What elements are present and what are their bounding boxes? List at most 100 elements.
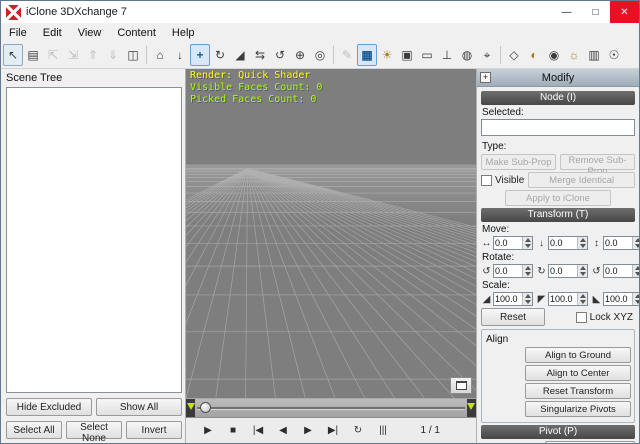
pivot-section-header[interactable]: Pivot (P) [481, 425, 635, 439]
transform-section-header[interactable]: Transform (T) [481, 208, 635, 222]
playback-speed-button[interactable]: ||| [373, 426, 393, 436]
rotate-x-down-button[interactable] [523, 271, 532, 277]
rotate-y-down-button[interactable] [578, 271, 587, 277]
move-y-spinner[interactable]: ↓ 0.0 [536, 236, 588, 250]
focus-selected[interactable]: ↓ [170, 44, 190, 66]
selected-field[interactable] [481, 119, 635, 136]
scene-tree-button-select-all[interactable]: Select All [6, 421, 62, 439]
go-to-end-button[interactable]: ▶| [323, 426, 343, 436]
scale-z-spinner[interactable]: ◣ 100.0 [591, 292, 639, 306]
rotate-tool[interactable]: ↻ [210, 44, 230, 66]
apply-to-iclone-tool[interactable]: ⇑ [83, 44, 103, 66]
home-view[interactable]: ⌂ [150, 44, 170, 66]
zoom-camera[interactable]: ⊕ [290, 44, 310, 66]
move-x-value[interactable]: 0.0 [494, 237, 522, 249]
move-x-spinner[interactable]: ↔ 0.0 [481, 236, 533, 250]
previous-frame-button[interactable]: ◀ [273, 426, 293, 436]
preview-window[interactable]: ◫ [123, 44, 143, 66]
lock-xyz-checkbox[interactable]: Lock XYZ [576, 312, 633, 323]
align-button-singularize-pivots[interactable]: Singularize Pivots [525, 401, 631, 417]
scene-tree-view[interactable] [6, 87, 182, 393]
move-z-spinner[interactable]: ↕ 0.0 [591, 236, 639, 250]
scene-tree-button-hide-excluded[interactable]: Hide Excluded [6, 398, 92, 416]
scale-tool[interactable]: ◢ [230, 44, 250, 66]
merge-identical-button[interactable]: Merge Identical [528, 172, 635, 188]
scene-tree-button-show-all[interactable]: Show All [96, 398, 182, 416]
loop-playback-button[interactable]: ↻ [348, 426, 368, 436]
render-texture[interactable]: ◉ [544, 44, 564, 66]
align-button-reset-transform[interactable]: Reset Transform [525, 383, 631, 399]
rotate-x-value[interactable]: 0.0 [494, 265, 522, 277]
visible-checkbox-box[interactable] [481, 175, 492, 186]
node-section-header[interactable]: Node (I) [481, 91, 635, 105]
open-file[interactable]: ▤ [23, 44, 43, 66]
play-button[interactable]: ▶ [198, 426, 218, 436]
scene-settings[interactable]: ▥ [584, 44, 604, 66]
light-toggle[interactable]: ☀ [377, 44, 397, 66]
export-file[interactable]: ⇱ [43, 44, 63, 66]
timeline-playhead-handle[interactable] [200, 402, 211, 413]
render-smooth[interactable]: ◐ [524, 44, 544, 66]
range-end-marker[interactable] [467, 403, 475, 410]
viewport-3d[interactable]: Render: Quick Shader Visible Faces Count… [185, 69, 477, 398]
menu-item-content[interactable]: Content [109, 25, 164, 41]
maximize-viewport-button[interactable] [450, 377, 472, 394]
scale-x-value[interactable]: 100.0 [494, 293, 522, 305]
rotate-z-value[interactable]: 0.0 [604, 265, 632, 277]
move-y-down-button[interactable] [578, 243, 587, 249]
move-z-value[interactable]: 0.0 [604, 237, 632, 249]
maximize-button[interactable]: □ [581, 1, 610, 23]
pivot-center-button[interactable]: Pivot Center [545, 441, 635, 443]
monitor-display[interactable]: ▭ [417, 44, 437, 66]
grid-toggle[interactable]: ▦ [357, 44, 377, 66]
menu-item-view[interactable]: View [70, 25, 110, 41]
scale-z-down-button[interactable] [633, 299, 639, 305]
pan-camera[interactable]: ⇆ [250, 44, 270, 66]
range-start-marker[interactable] [187, 403, 195, 410]
render-quick-shader[interactable]: ☼ [564, 44, 584, 66]
orbit-camera[interactable]: ↺ [270, 44, 290, 66]
remove-sub-prop-button[interactable]: Remove Sub-Prop [560, 154, 635, 170]
visible-checkbox[interactable]: Visible [481, 175, 524, 186]
scale-x-down-button[interactable] [523, 299, 532, 305]
scale-z-value[interactable]: 100.0 [604, 293, 632, 305]
select-tool[interactable]: ↖ [3, 44, 23, 66]
move-x-down-button[interactable] [523, 243, 532, 249]
apply-to-iclone-button[interactable]: Apply to iClone [505, 190, 611, 206]
target-display[interactable]: ⌖ [477, 44, 497, 66]
next-frame-button[interactable]: ▶ [298, 426, 318, 436]
expand-sections-button[interactable]: + [480, 72, 491, 83]
rotate-z-down-button[interactable] [633, 271, 639, 277]
fit-view[interactable]: ◎ [310, 44, 330, 66]
about-help[interactable]: ☉ [604, 44, 624, 66]
world-globe[interactable]: ◍ [457, 44, 477, 66]
reset-button[interactable]: Reset [481, 308, 545, 326]
scale-y-spinner[interactable]: ◤ 100.0 [536, 292, 588, 306]
pivot-axis-display[interactable]: ⊥ [437, 44, 457, 66]
menu-item-file[interactable]: File [1, 25, 35, 41]
rotate-y-value[interactable]: 0.0 [549, 265, 577, 277]
move-z-down-button[interactable] [633, 243, 639, 249]
make-sub-prop-button[interactable]: Make Sub-Prop [481, 154, 556, 170]
align-button-align-to-ground[interactable]: Align to Ground [525, 347, 631, 363]
go-to-start-button[interactable]: |◀ [248, 426, 268, 436]
send-back-to-iclone[interactable]: ⇓ [103, 44, 123, 66]
move-y-value[interactable]: 0.0 [549, 237, 577, 249]
menu-item-edit[interactable]: Edit [35, 25, 70, 41]
move-tool[interactable]: + [190, 44, 210, 66]
menu-item-help[interactable]: Help [164, 25, 203, 41]
stop-button[interactable]: ■ [223, 426, 243, 436]
minimize-button[interactable]: — [552, 1, 581, 23]
edit-mesh[interactable]: ✎ [337, 44, 357, 66]
scale-y-value[interactable]: 100.0 [549, 293, 577, 305]
scene-tree-button-select-none[interactable]: Select None [66, 421, 122, 439]
rotate-z-spinner[interactable]: ↺ 0.0 [591, 264, 639, 278]
rotate-x-spinner[interactable]: ↺ 0.0 [481, 264, 533, 278]
align-button-align-to-center[interactable]: Align to Center [525, 365, 631, 381]
lock-xyz-checkbox-box[interactable] [576, 312, 587, 323]
render-wireframe[interactable]: ◇ [504, 44, 524, 66]
rotate-y-spinner[interactable]: ↻ 0.0 [536, 264, 588, 278]
timeline-track[interactable] [186, 399, 476, 418]
camera-view[interactable]: ▣ [397, 44, 417, 66]
scale-x-spinner[interactable]: ◢ 100.0 [481, 292, 533, 306]
